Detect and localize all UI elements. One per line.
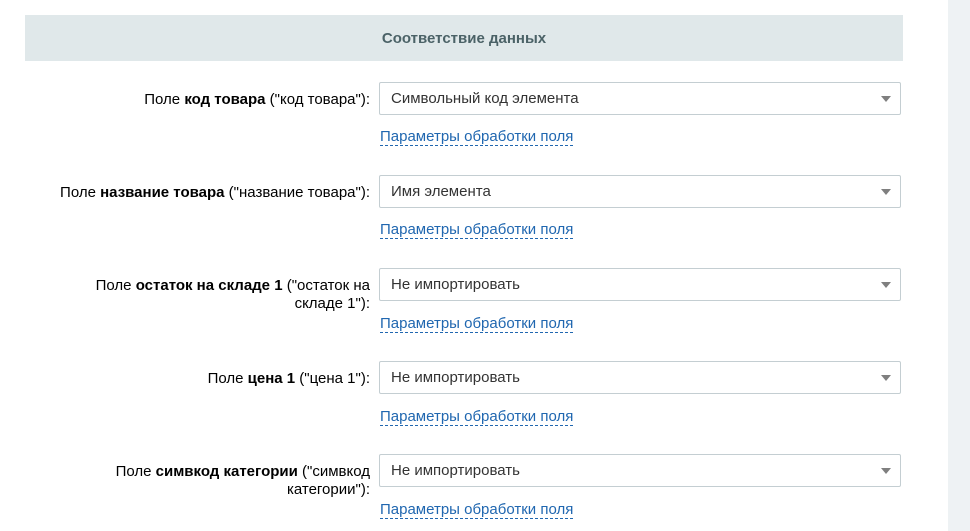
- select-value: Не импортировать: [391, 462, 520, 479]
- field-label: Поле название товара ("название товара")…: [60, 184, 370, 201]
- settings-panel: Соответствие данных Поле код товара ("ко…: [0, 0, 930, 531]
- select-value: Не импортировать: [391, 276, 520, 293]
- field-mapping-select[interactable]: Не импортировать: [379, 454, 901, 487]
- field-mapping-select[interactable]: Имя элемента: [379, 175, 901, 208]
- chevron-down-icon: [881, 189, 891, 195]
- field-label: Поле остаток на складе 1 ("остаток на ск…: [95, 277, 370, 312]
- chevron-down-icon: [881, 96, 891, 102]
- chevron-down-icon: [881, 375, 891, 381]
- field-processing-link[interactable]: Параметры обработки поля: [380, 315, 574, 333]
- chevron-down-icon: [881, 468, 891, 474]
- select-value: Не импортировать: [391, 369, 520, 386]
- field-mapping-select[interactable]: Не импортировать: [379, 361, 901, 394]
- select-value: Символьный код элемента: [391, 90, 579, 107]
- field-label: Поле код товара ("код товара"):: [144, 91, 370, 108]
- section-title: Соответствие данных: [381, 29, 547, 47]
- field-processing-link[interactable]: Параметры обработки поля: [380, 128, 574, 146]
- field-label: Поле цена 1 ("цена 1"):: [207, 370, 370, 387]
- field-processing-link[interactable]: Параметры обработки поля: [380, 408, 574, 426]
- section-header: Соответствие данных: [25, 15, 903, 61]
- field-mapping-select[interactable]: Символьный код элемента: [379, 82, 901, 115]
- side-strip: [948, 0, 970, 531]
- field-label: Поле симвкод категории ("симвкод категор…: [115, 463, 370, 498]
- field-mapping-select[interactable]: Не импортировать: [379, 268, 901, 301]
- chevron-down-icon: [881, 282, 891, 288]
- field-processing-link[interactable]: Параметры обработки поля: [380, 501, 574, 519]
- page-gutter: [930, 0, 948, 531]
- field-processing-link[interactable]: Параметры обработки поля: [380, 221, 574, 239]
- select-value: Имя элемента: [391, 183, 491, 200]
